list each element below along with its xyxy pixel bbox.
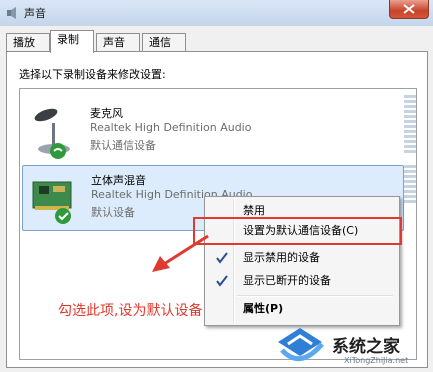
sound-card-icon	[32, 181, 72, 224]
menu-item-properties[interactable]: 属性(P)	[207, 298, 395, 320]
close-icon	[403, 4, 415, 14]
device-status: 默认通信设备	[90, 139, 156, 152]
device-item-microphone[interactable]: 麦克风 Realtek High Definition Audio 默认通信设备	[22, 99, 402, 163]
watermark: 系统之家 XiTongZhiJia.net	[272, 322, 432, 372]
tab-recording[interactable]: 录制	[50, 30, 94, 53]
tab-playback[interactable]: 播放	[6, 33, 50, 52]
close-button[interactable]	[389, 0, 429, 19]
instruction-text: 选择以下录制设备来修改设置:	[19, 68, 166, 81]
title-bar: 声音	[0, 0, 433, 27]
checkmark-icon	[216, 275, 228, 287]
speaker-icon	[7, 7, 16, 19]
window-title: 声音	[24, 7, 46, 20]
menu-separator	[237, 295, 393, 297]
level-meter	[404, 95, 416, 155]
level-meter	[404, 165, 416, 205]
context-menu: 禁用 设置为默认通信设备(C) 显示禁用的设备 显示已断开的设备 属性(P)	[204, 196, 400, 326]
watermark-text: 系统之家	[332, 337, 400, 357]
tab-communications[interactable]: 通信	[142, 33, 186, 52]
highlight-box	[193, 217, 402, 245]
device-status: 默认设备	[91, 206, 135, 219]
menu-item-show-disabled[interactable]: 显示禁用的设备	[207, 247, 395, 269]
device-driver: Realtek High Definition Audio	[90, 121, 252, 134]
annotation-arrow-icon	[152, 234, 209, 272]
microphone-icon	[34, 108, 70, 159]
checkmark-icon	[216, 252, 228, 264]
tab-sounds[interactable]: 声音	[96, 33, 140, 52]
menu-item-show-disconnected[interactable]: 显示已断开的设备	[207, 270, 395, 292]
device-name: 立体声混音	[91, 174, 146, 187]
watermark-url: XiTongZhiJia.net	[344, 356, 409, 365]
device-name: 麦克风	[90, 107, 123, 120]
watermark-logo-icon	[278, 328, 324, 362]
annotation-text: 勾选此项,设为默认设备	[58, 303, 203, 319]
